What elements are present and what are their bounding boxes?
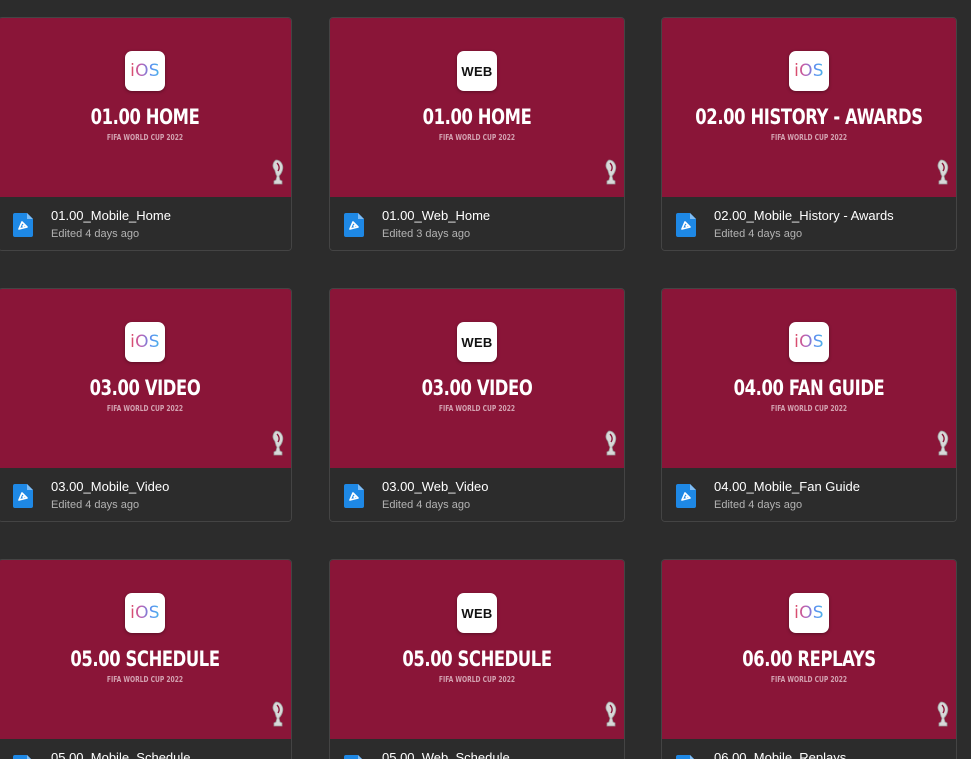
thumbnail-title: 05.00 SCHEDULE (402, 647, 552, 671)
trophy-icon (937, 159, 949, 185)
file-name[interactable]: 06.00_Mobile_Replays (714, 750, 846, 759)
file-footer: 05.00_Web_Schedule (330, 739, 624, 759)
thumbnail-subtitle: FIFA WORLD CUP 2022 (106, 404, 184, 413)
file-edited-time: Edited 4 days ago (382, 499, 471, 511)
file-footer: 05.00_Mobile_Schedule (0, 739, 291, 759)
trophy-icon (605, 430, 617, 456)
thumbnail-title: 01.00 HOME (90, 105, 200, 129)
file-edited-time: Edited 4 days ago (714, 228, 803, 240)
file-name[interactable]: 01.00_Web_Home (382, 208, 490, 223)
ios-badge-icon: iOS (125, 322, 165, 362)
file-grid: iOS 01.00 HOME FIFA WORLD CUP 2022 01.00… (0, 0, 971, 759)
thumbnail-title: 06.00 REPLAYS (742, 647, 876, 671)
file-card[interactable]: WEB 05.00 SCHEDULE FIFA WORLD CUP 2022 0… (329, 559, 625, 759)
file-card[interactable]: iOS 04.00 FAN GUIDE FIFA WORLD CUP 2022 … (661, 288, 957, 522)
ios-badge-icon: iOS (789, 51, 829, 91)
file-thumbnail: WEB 01.00 HOME FIFA WORLD CUP 2022 (330, 18, 624, 197)
thumbnail-subtitle: FIFA WORLD CUP 2022 (438, 404, 516, 413)
file-thumbnail: iOS 06.00 REPLAYS FIFA WORLD CUP 2022 (662, 560, 956, 739)
trophy-icon (272, 430, 284, 456)
thumbnail-subtitle: FIFA WORLD CUP 2022 (106, 675, 184, 684)
file-edited-time: Edited 3 days ago (382, 228, 471, 240)
file-footer: 01.00_Web_Home Edited 3 days ago (330, 197, 624, 250)
file-card[interactable]: iOS 02.00 HISTORY - AWARDS FIFA WORLD CU… (661, 17, 957, 251)
thumbnail-title: 03.00 VIDEO (89, 376, 201, 400)
file-design-icon (344, 755, 362, 759)
ios-badge-icon: iOS (125, 593, 165, 633)
file-card[interactable]: iOS 05.00 SCHEDULE FIFA WORLD CUP 2022 0… (0, 559, 292, 759)
thumbnail-subtitle: FIFA WORLD CUP 2022 (106, 133, 184, 142)
file-card[interactable]: iOS 01.00 HOME FIFA WORLD CUP 2022 01.00… (0, 17, 292, 251)
file-card[interactable]: iOS 06.00 REPLAYS FIFA WORLD CUP 2022 06… (661, 559, 957, 759)
file-design-icon (676, 213, 696, 237)
file-footer: 03.00_Web_Video Edited 4 days ago (330, 468, 624, 521)
file-thumbnail: iOS 03.00 VIDEO FIFA WORLD CUP 2022 (0, 289, 291, 468)
file-name[interactable]: 02.00_Mobile_History - Awards (714, 208, 894, 223)
trophy-icon (605, 701, 617, 727)
file-thumbnail: iOS 04.00 FAN GUIDE FIFA WORLD CUP 2022 (662, 289, 956, 468)
thumbnail-subtitle: FIFA WORLD CUP 2022 (770, 404, 848, 413)
file-thumbnail: iOS 05.00 SCHEDULE FIFA WORLD CUP 2022 (0, 560, 291, 739)
file-thumbnail: iOS 02.00 HISTORY - AWARDS FIFA WORLD CU… (662, 18, 956, 197)
ios-badge-icon: iOS (125, 51, 165, 91)
ios-badge-icon: iOS (789, 322, 829, 362)
file-card[interactable]: WEB 03.00 VIDEO FIFA WORLD CUP 2022 03.0… (329, 288, 625, 522)
file-thumbnail: WEB 05.00 SCHEDULE FIFA WORLD CUP 2022 (330, 560, 624, 739)
trophy-icon (272, 159, 284, 185)
file-name[interactable]: 04.00_Mobile_Fan Guide (714, 479, 860, 494)
file-name[interactable]: 05.00_Web_Schedule (382, 750, 510, 759)
file-footer: 03.00_Mobile_Video Edited 4 days ago (0, 468, 291, 521)
file-design-icon (344, 213, 364, 237)
file-design-icon (13, 755, 31, 759)
web-badge-icon: WEB (457, 51, 497, 91)
file-edited-time: Edited 4 days ago (714, 499, 803, 511)
file-footer: 01.00_Mobile_Home Edited 4 days ago (0, 197, 291, 250)
file-design-icon (13, 484, 33, 508)
file-name[interactable]: 05.00_Mobile_Schedule (51, 750, 191, 759)
web-badge-icon: WEB (457, 593, 497, 633)
file-design-icon (13, 213, 33, 237)
thumbnail-title: 03.00 VIDEO (421, 376, 533, 400)
file-name[interactable]: 01.00_Mobile_Home (51, 208, 171, 223)
file-design-icon (344, 484, 364, 508)
trophy-icon (605, 159, 617, 185)
file-edited-time: Edited 4 days ago (51, 228, 140, 240)
file-name[interactable]: 03.00_Web_Video (382, 479, 489, 494)
thumbnail-title: 02.00 HISTORY - AWARDS (695, 105, 923, 129)
thumbnail-subtitle: FIFA WORLD CUP 2022 (770, 675, 848, 684)
file-name[interactable]: 03.00_Mobile_Video (51, 479, 169, 494)
thumbnail-title: 04.00 FAN GUIDE (733, 376, 885, 400)
thumbnail-subtitle: FIFA WORLD CUP 2022 (438, 133, 516, 142)
ios-badge-icon: iOS (789, 593, 829, 633)
file-footer: 06.00_Mobile_Replays (662, 739, 956, 759)
file-card[interactable]: WEB 01.00 HOME FIFA WORLD CUP 2022 01.00… (329, 17, 625, 251)
thumbnail-subtitle: FIFA WORLD CUP 2022 (438, 675, 516, 684)
file-card[interactable]: iOS 03.00 VIDEO FIFA WORLD CUP 2022 03.0… (0, 288, 292, 522)
web-badge-icon: WEB (457, 322, 497, 362)
file-footer: 02.00_Mobile_History - Awards Edited 4 d… (662, 197, 956, 250)
trophy-icon (272, 701, 284, 727)
file-thumbnail: iOS 01.00 HOME FIFA WORLD CUP 2022 (0, 18, 291, 197)
thumbnail-title: 05.00 SCHEDULE (70, 647, 220, 671)
file-thumbnail: WEB 03.00 VIDEO FIFA WORLD CUP 2022 (330, 289, 624, 468)
thumbnail-title: 01.00 HOME (422, 105, 532, 129)
file-edited-time: Edited 4 days ago (51, 499, 140, 511)
file-design-icon (676, 484, 696, 508)
thumbnail-subtitle: FIFA WORLD CUP 2022 (770, 133, 848, 142)
file-design-icon (676, 755, 694, 759)
trophy-icon (937, 701, 949, 727)
trophy-icon (937, 430, 949, 456)
file-footer: 04.00_Mobile_Fan Guide Edited 4 days ago (662, 468, 956, 521)
